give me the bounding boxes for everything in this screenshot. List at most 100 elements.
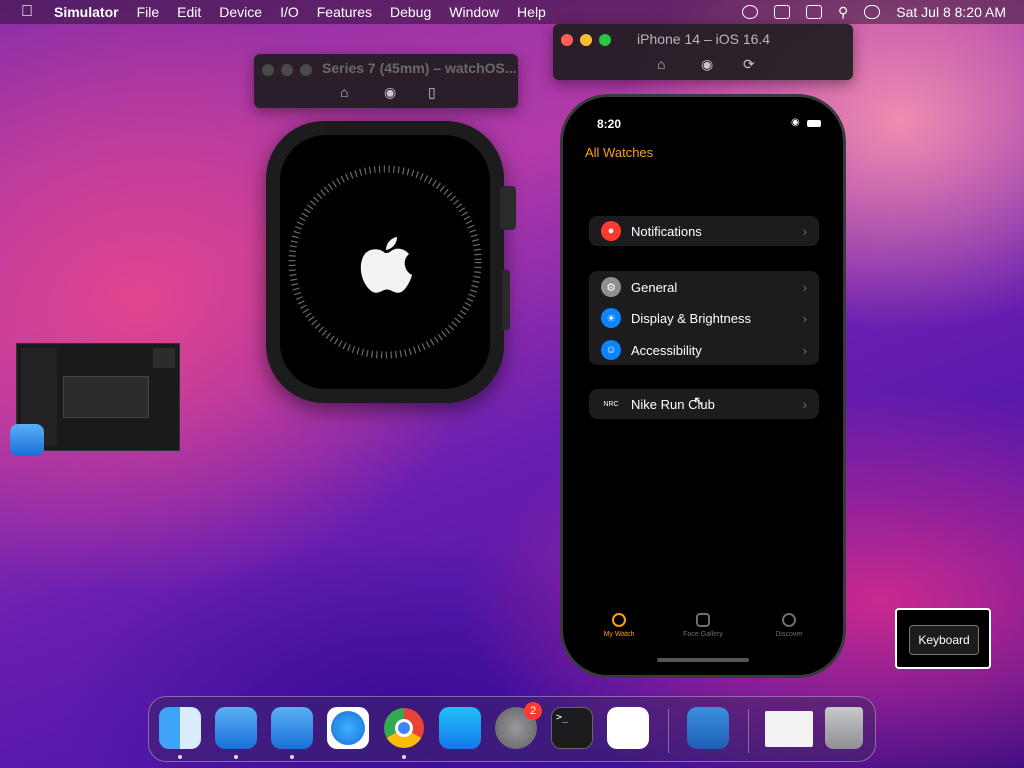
close-button[interactable] xyxy=(262,64,274,76)
keyboard-button[interactable]: Keyboard xyxy=(909,625,979,655)
settings-row-general[interactable]: ⚙ General › xyxy=(589,271,819,303)
chevron-right-icon: › xyxy=(802,223,807,239)
running-indicator xyxy=(234,755,238,759)
thumbnail-dialog xyxy=(63,376,149,418)
keyboard-overlay: Keyboard xyxy=(895,608,991,669)
user-icon[interactable] xyxy=(742,5,758,19)
battery-icon xyxy=(807,120,821,127)
home-indicator[interactable] xyxy=(657,658,749,662)
nike-icon: NRC xyxy=(601,394,621,414)
menu-features[interactable]: Features xyxy=(317,4,372,20)
xcode-beta-icon[interactable] xyxy=(271,707,313,749)
screenshot-icon[interactable]: ◉ xyxy=(384,84,396,101)
apple-logo-icon xyxy=(360,237,412,293)
notification-badge: 2 xyxy=(524,702,542,720)
zoom-button[interactable] xyxy=(300,64,312,76)
minimize-button[interactable] xyxy=(580,34,592,46)
chrome-icon[interactable] xyxy=(383,707,425,749)
watch-screen[interactable] xyxy=(280,135,490,389)
iphone-simulator-toolbar: iPhone 14 – iOS 16.4 ⌂ ◉ ⟳ xyxy=(553,24,853,80)
row-label: Accessibility xyxy=(631,342,702,358)
apple-watch-device xyxy=(266,121,504,403)
menu-file[interactable]: File xyxy=(137,4,160,20)
chevron-right-icon: › xyxy=(802,279,807,295)
screenshot-icon[interactable]: ◉ xyxy=(701,56,713,73)
menu-device[interactable]: Device xyxy=(219,4,262,20)
iphone-device: 8:20 ◉ All Watches ● Notifications › ⚙ G… xyxy=(560,94,846,678)
notifications-group: ● Notifications › xyxy=(589,216,819,246)
accessibility-icon: ☺ xyxy=(601,340,621,360)
xcode-app-icon[interactable] xyxy=(10,424,44,456)
dock-separator xyxy=(748,709,749,753)
menu-bar:  Simulator File Edit Device I/O Feature… xyxy=(0,0,1024,24)
tab-label: My Watch xyxy=(603,631,635,638)
rotate-icon[interactable]: ▯ xyxy=(428,84,436,101)
wifi-icon: ◉ xyxy=(791,117,800,128)
row-label: Display & Brightness xyxy=(631,310,751,326)
iphone-window-title: iPhone 14 – iOS 16.4 xyxy=(637,31,771,47)
chrome-window-icon[interactable] xyxy=(765,711,813,747)
menu-edit[interactable]: Edit xyxy=(177,4,201,20)
settings-row-accessibility[interactable]: ☺ Accessibility › xyxy=(589,334,819,366)
tab-label: Face Gallery xyxy=(683,631,723,638)
finder-icon[interactable] xyxy=(159,707,201,749)
close-button[interactable] xyxy=(561,34,573,46)
rotate-icon[interactable]: ⟳ xyxy=(743,56,755,73)
digital-crown[interactable] xyxy=(500,186,516,230)
gear-icon: ⚙ xyxy=(601,277,621,297)
running-indicator xyxy=(402,755,406,759)
minimize-button[interactable] xyxy=(281,64,293,76)
menu-app-name[interactable]: Simulator xyxy=(54,4,119,20)
stage-manager-icon[interactable] xyxy=(806,5,822,19)
chevron-right-icon: › xyxy=(802,396,807,412)
weather-icon[interactable] xyxy=(687,707,729,749)
row-label: Notifications xyxy=(631,223,702,239)
general-group: ⚙ General › ☀ Display & Brightness › ☺ A… xyxy=(589,271,819,365)
watch-face-icon xyxy=(696,613,710,627)
terminal-icon[interactable]: >_ xyxy=(551,707,593,749)
home-icon[interactable]: ⌂ xyxy=(340,84,348,100)
home-icon[interactable]: ⌂ xyxy=(657,56,665,72)
menu-help[interactable]: Help xyxy=(517,4,546,20)
app-store-icon[interactable] xyxy=(439,707,481,749)
watch-window-title: Series 7 (45mm) – watchOS... xyxy=(322,60,517,76)
running-indicator xyxy=(290,755,294,759)
safari-icon[interactable] xyxy=(327,707,369,749)
dock-separator xyxy=(668,709,669,753)
watch-simulator-toolbar: Series 7 (45mm) – watchOS... ⌂ ◉ ▯ xyxy=(254,54,518,108)
screen-mirroring-icon[interactable] xyxy=(774,5,790,19)
settings-row-display-brightness[interactable]: ☀ Display & Brightness › xyxy=(589,302,819,334)
xcode-icon[interactable] xyxy=(215,707,257,749)
compass-icon xyxy=(782,613,796,627)
apple-menu-icon[interactable]:  xyxy=(0,3,54,21)
tab-face-gallery[interactable]: Face Gallery xyxy=(668,613,738,638)
dock: >_ xyxy=(148,696,876,762)
tab-discover[interactable]: Discover xyxy=(754,613,824,638)
boot-progress-ring xyxy=(288,165,482,359)
menu-io[interactable]: I/O xyxy=(280,4,299,20)
sun-icon: ☀ xyxy=(601,308,621,328)
zoom-button[interactable] xyxy=(599,34,611,46)
vscode-icon[interactable] xyxy=(607,707,649,749)
trash-icon[interactable] xyxy=(825,707,863,749)
all-watches-link[interactable]: All Watches xyxy=(585,145,653,160)
mouse-cursor-icon: ↖ xyxy=(693,393,705,409)
row-label: General xyxy=(631,279,678,295)
tab-bar: My Watch Face Gallery Discover xyxy=(563,613,843,653)
tab-label: Discover xyxy=(775,631,803,638)
chevron-right-icon: › xyxy=(802,310,807,326)
control-center-icon[interactable] xyxy=(864,5,881,19)
tab-my-watch[interactable]: My Watch xyxy=(584,613,654,638)
running-indicator xyxy=(178,755,182,759)
watch-side-button[interactable] xyxy=(502,270,510,330)
status-bar-time: 8:20 xyxy=(597,117,622,131)
menu-clock[interactable]: Sat Jul 8 8:20 AM xyxy=(896,4,1006,20)
menu-window[interactable]: Window xyxy=(449,4,499,20)
bell-icon: ● xyxy=(601,221,621,241)
thumbnail-inspector xyxy=(153,348,175,368)
settings-row-notifications[interactable]: ● Notifications › xyxy=(589,216,819,246)
watch-icon xyxy=(612,613,626,627)
spotlight-search-icon[interactable]: ⚲ xyxy=(838,4,848,21)
chevron-right-icon: › xyxy=(802,342,807,358)
menu-debug[interactable]: Debug xyxy=(390,4,431,20)
